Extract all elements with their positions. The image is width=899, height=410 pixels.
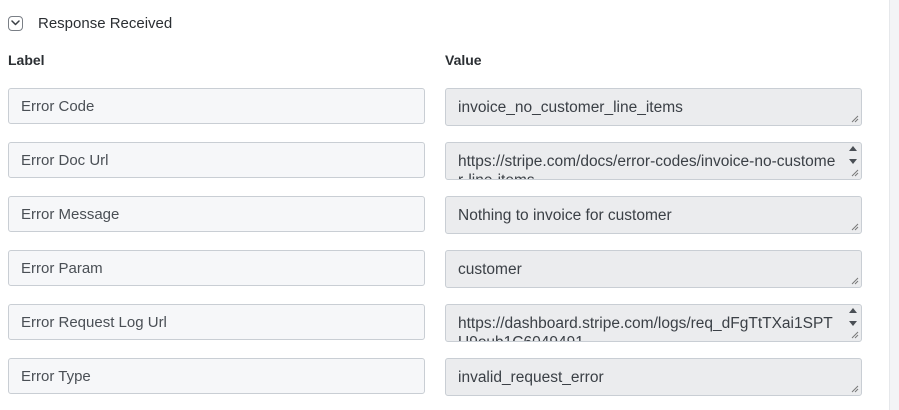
scrollbar-track[interactable] xyxy=(889,0,899,410)
resize-grip-icon[interactable] xyxy=(851,115,859,123)
chevron-down-icon[interactable] xyxy=(8,15,23,31)
value-textarea[interactable]: https://dashboard.stripe.com/logs/req_dF… xyxy=(445,304,862,342)
value-text: https://dashboard.stripe.com/logs/req_dF… xyxy=(458,315,833,341)
section-title: Response Received xyxy=(38,14,173,32)
column-header-label: Label xyxy=(8,52,45,68)
field-row-error-type: Error Type invalid_request_error xyxy=(8,358,863,396)
scroll-up-icon[interactable] xyxy=(848,146,857,151)
resize-grip-icon[interactable] xyxy=(851,277,859,285)
response-panel: Response Received Label Value Error Code… xyxy=(0,0,899,410)
value-textarea[interactable]: invalid_request_error xyxy=(445,358,862,396)
resize-grip-icon[interactable] xyxy=(851,385,859,393)
column-header-value: Value xyxy=(445,52,482,68)
scroll-up-icon[interactable] xyxy=(848,308,857,313)
resize-grip-icon[interactable] xyxy=(851,331,859,339)
field-row-error-request-log-url: Error Request Log Url https://dashboard.… xyxy=(8,304,863,342)
label-input[interactable]: Error Code xyxy=(8,88,425,124)
field-row-error-code: Error Code invoice_no_customer_line_item… xyxy=(8,88,863,126)
value-text: invoice_no_customer_line_items xyxy=(458,99,683,116)
scroll-spinner[interactable] xyxy=(845,306,860,328)
value-textarea[interactable]: customer xyxy=(445,250,862,288)
label-input[interactable]: Error Message xyxy=(8,196,425,232)
scroll-down-icon[interactable] xyxy=(848,159,857,164)
value-text: https://stripe.com/docs/error-codes/invo… xyxy=(458,153,836,179)
field-row-error-doc-url: Error Doc Url https://stripe.com/docs/er… xyxy=(8,142,863,180)
scroll-spinner[interactable] xyxy=(845,144,860,166)
scroll-down-icon[interactable] xyxy=(848,321,857,326)
section-header[interactable]: Response Received xyxy=(8,13,172,33)
field-row-error-message: Error Message Nothing to invoice for cus… xyxy=(8,196,863,234)
value-text: customer xyxy=(458,261,522,278)
value-textarea[interactable]: Nothing to invoice for customer xyxy=(445,196,862,234)
resize-grip-icon[interactable] xyxy=(851,169,859,177)
label-input[interactable]: Error Type xyxy=(8,358,425,394)
value-text: invalid_request_error xyxy=(458,369,604,386)
field-row-error-param: Error Param customer xyxy=(8,250,863,288)
value-textarea[interactable]: https://stripe.com/docs/error-codes/invo… xyxy=(445,142,862,180)
resize-grip-icon[interactable] xyxy=(851,223,859,231)
value-textarea[interactable]: invoice_no_customer_line_items xyxy=(445,88,862,126)
value-text: Nothing to invoice for customer xyxy=(458,207,672,224)
label-input[interactable]: Error Request Log Url xyxy=(8,304,425,340)
label-input[interactable]: Error Doc Url xyxy=(8,142,425,178)
label-input[interactable]: Error Param xyxy=(8,250,425,286)
